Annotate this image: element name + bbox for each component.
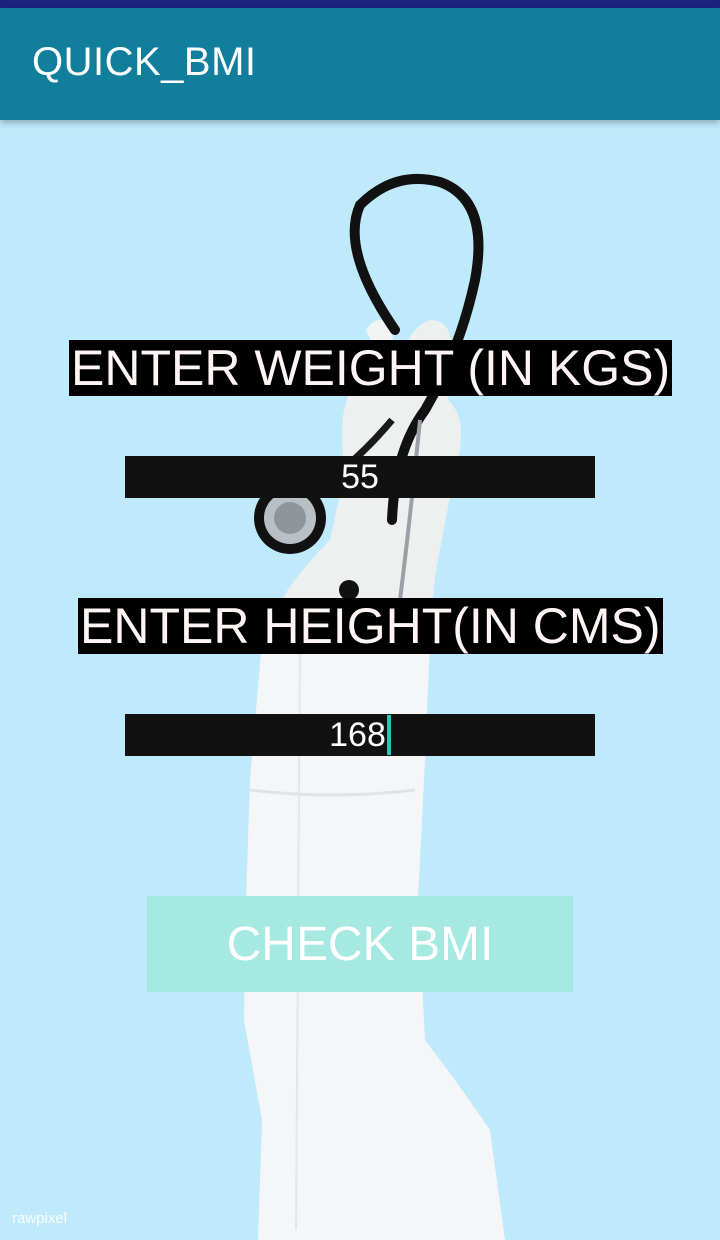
app-bar: QUICK_BMI [0,8,720,120]
weight-input-value: 55 [341,457,379,496]
status-bar [0,0,720,8]
height-input-value: 168 [329,715,386,754]
text-cursor [386,715,391,755]
watermark: rawpixel [12,1210,68,1227]
height-input[interactable]: 168 [125,714,595,756]
weight-input[interactable]: 55 [125,456,595,498]
check-bmi-button[interactable]: CHECK BMI [147,896,573,992]
weight-label: ENTER WEIGHT (IN KGS) [69,340,673,396]
app-title: QUICK_BMI [32,40,257,84]
height-label: ENTER HEIGHT(IN CMS) [78,598,663,654]
stethoscope-icon [244,174,505,1240]
check-bmi-button-label: CHECK BMI [226,917,494,971]
